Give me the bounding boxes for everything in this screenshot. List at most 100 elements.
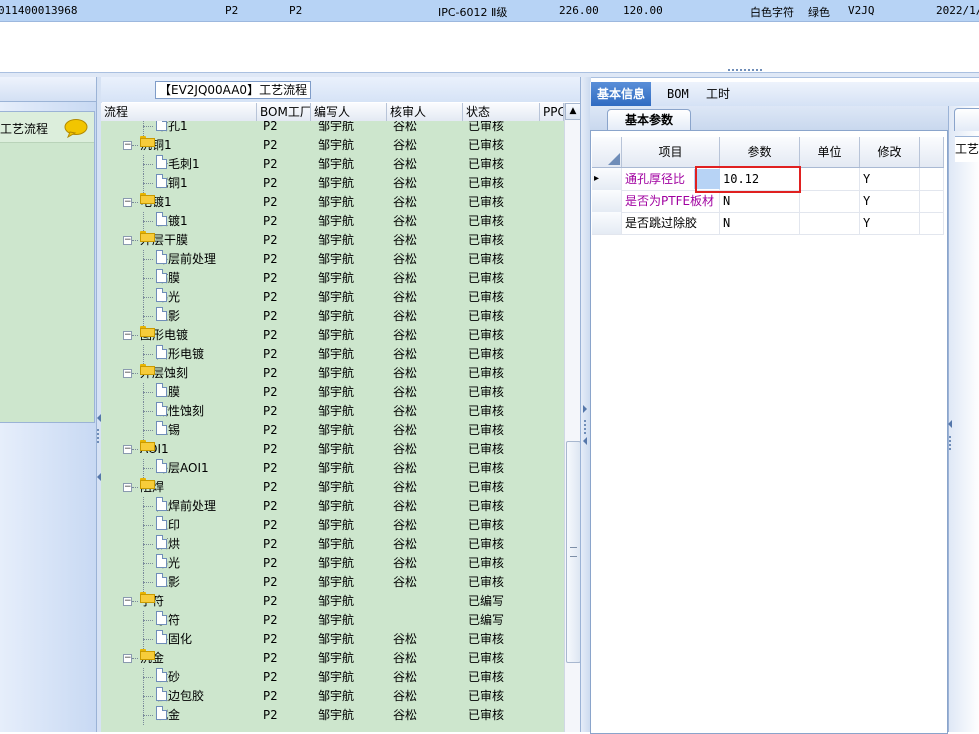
collapse-node-icon[interactable]: − (123, 445, 132, 454)
cell-writer: 邹宇航 (318, 138, 355, 152)
collapse-left-icon[interactable] (948, 420, 952, 428)
cell-bom-factory: P2 (263, 575, 278, 589)
tree-step-row[interactable]: 图形电镀 P2 邹宇航 谷松 已审核 (101, 345, 564, 364)
cell-param[interactable]: N (720, 212, 800, 234)
tree-step-row[interactable]: 板镀1 P2 邹宇航 谷松 已审核 (101, 212, 564, 231)
selected-record-row[interactable]: 011400013968 P2 P2 IPC-6012 Ⅱ级 226.00 12… (0, 0, 979, 22)
tree-step-row[interactable]: 曝光 P2 邹宇航 谷松 已审核 (101, 288, 564, 307)
param-row[interactable]: 是否为PTFE板材 N Y (592, 190, 944, 213)
tree-step-row[interactable]: 碱性蚀刻 P2 邹宇航 谷松 已审核 (101, 402, 564, 421)
tree-group-row[interactable]: − 字符 P2 邹宇航 已编写 (101, 592, 564, 611)
cell-reviewer: 谷松 (393, 290, 418, 304)
cell-reviewer: 谷松 (393, 214, 418, 228)
tree-step-row[interactable]: 去毛刺1 P2 邹宇航 谷松 已审核 (101, 155, 564, 174)
cell-writer: 邹宇航 (318, 651, 355, 665)
scroll-up-button[interactable]: ▲ (565, 103, 581, 120)
tree-step-row[interactable]: 退锡 P2 邹宇航 谷松 已审核 (101, 421, 564, 440)
tree-group-row[interactable]: − 图形电镀 P2 邹宇航 谷松 已审核 (101, 326, 564, 345)
tree-group-row[interactable]: − 阻焊 P2 邹宇航 谷松 已审核 (101, 478, 564, 497)
tree-step-row[interactable]: 曝光 P2 邹宇航 谷松 已审核 (101, 554, 564, 573)
collapse-node-icon[interactable]: − (123, 141, 132, 150)
folder-icon (140, 478, 155, 489)
column-header-status[interactable]: 状态 (463, 103, 540, 121)
document-icon (156, 611, 167, 625)
cell-status: 已审核 (468, 423, 505, 437)
expand-right-icon[interactable] (583, 405, 587, 413)
cell-bom-factory: P2 (263, 632, 278, 646)
tree-step-row[interactable]: 字符 P2 邹宇航 已编写 (101, 611, 564, 630)
cell-writer: 邹宇航 (318, 499, 355, 513)
tree-step-row[interactable]: 板边包胶 P2 邹宇航 谷松 已审核 (101, 687, 564, 706)
cell-reviewer: 谷松 (393, 366, 418, 380)
cell-writer: 邹宇航 (318, 423, 355, 437)
tab-work-hours[interactable]: 工时 (700, 82, 736, 106)
tree-node-name: 外层前处理 (156, 250, 216, 269)
collapse-node-icon[interactable]: − (123, 236, 132, 245)
right-panel-tab[interactable] (954, 108, 979, 131)
collapse-node-icon[interactable]: − (123, 198, 132, 207)
folder-icon (140, 326, 155, 337)
cell-bom-factory: P2 (263, 594, 278, 608)
tree-step-row[interactable]: 退膜 P2 邹宇航 谷松 已审核 (101, 383, 564, 402)
tree-node-name: 贴膜 (156, 269, 180, 288)
collapse-node-icon[interactable]: − (123, 483, 132, 492)
tree-group-row[interactable]: − 外层干膜 P2 邹宇航 谷松 已审核 (101, 231, 564, 250)
param-row[interactable]: 是否跳过除胶 N Y (592, 212, 944, 235)
collapse-node-icon[interactable]: − (123, 597, 132, 606)
tree-step-row[interactable]: 贴膜 P2 邹宇航 谷松 已审核 (101, 269, 564, 288)
upper-grid-empty-area (0, 22, 979, 72)
collapse-node-icon[interactable]: − (123, 369, 132, 378)
scroll-thumb[interactable] (566, 441, 581, 663)
column-header-unit[interactable]: 单位 (800, 137, 860, 167)
cell-writer: 邹宇航 (318, 518, 355, 532)
tree-step-row[interactable]: 钻孔1 P2 邹宇航 谷松 已审核 (101, 121, 564, 136)
tree-connector (143, 297, 153, 298)
tab-basic-info[interactable]: 基本信息 (591, 82, 652, 106)
collapse-node-icon[interactable]: − (123, 654, 132, 663)
cell-writer: 邹宇航 (318, 613, 355, 627)
tree-step-row[interactable]: 喷砂 P2 邹宇航 谷松 已审核 (101, 668, 564, 687)
tree-group-row[interactable]: − 沉铜1 P2 邹宇航 谷松 已审核 (101, 136, 564, 155)
cell-writer: 邹宇航 (318, 271, 355, 285)
comment-icon[interactable] (64, 118, 88, 138)
collapse-node-icon[interactable]: − (123, 331, 132, 340)
tree-group-row[interactable]: − 电镀1 P2 邹宇航 谷松 已审核 (101, 193, 564, 212)
column-header-reviewer[interactable]: 核审人 (387, 103, 463, 121)
left-nav-item-process[interactable]: 工艺流程 (0, 112, 94, 143)
column-header-modify[interactable]: 修改 (860, 137, 920, 167)
cell-status: 已审核 (468, 385, 505, 399)
tree-connector (143, 411, 153, 412)
tree-step-row[interactable]: 显影 P2 邹宇航 谷松 已审核 (101, 307, 564, 326)
tab-basic-params[interactable]: 基本参数 (607, 109, 691, 131)
tree-node-name: 字符 (140, 592, 164, 611)
column-header-item[interactable]: 项目 (622, 137, 720, 167)
column-header-param[interactable]: 参数 (720, 137, 800, 167)
cell-item: 是否跳过除胶 (622, 212, 720, 234)
column-header-bom-factory[interactable]: BOM工厂 (257, 103, 311, 121)
document-icon (156, 573, 167, 587)
tree-step-row[interactable]: 终固化 P2 邹宇航 谷松 已审核 (101, 630, 564, 649)
cell-status: 已审核 (468, 309, 505, 323)
tree-step-row[interactable]: 阻焊前处理 P2 邹宇航 谷松 已审核 (101, 497, 564, 516)
tree-vertical-scrollbar[interactable]: ▲ (564, 103, 581, 732)
tree-node-name: 板镀1 (156, 212, 188, 231)
tree-step-row[interactable]: 显影 P2 邹宇航 谷松 已审核 (101, 573, 564, 592)
tree-step-row[interactable]: 外层AOI1 P2 邹宇航 谷松 已审核 (101, 459, 564, 478)
tree-group-row[interactable]: − 外层蚀刻 P2 邹宇航 谷松 已审核 (101, 364, 564, 383)
tab-bom[interactable]: BOM (661, 82, 695, 106)
tree-step-row[interactable]: 沉金 P2 邹宇航 谷松 已审核 (101, 706, 564, 725)
column-header-writer[interactable]: 编写人 (311, 103, 387, 121)
tree-step-row[interactable]: 外层前处理 P2 邹宇航 谷松 已审核 (101, 250, 564, 269)
tree-step-row[interactable]: 预烘 P2 邹宇航 谷松 已审核 (101, 535, 564, 554)
left-nav-header (0, 77, 96, 102)
tree-group-row[interactable]: − AOI1 P2 邹宇航 谷松 已审核 (101, 440, 564, 459)
tree-step-row[interactable]: 丝印 P2 邹宇航 谷松 已审核 (101, 516, 564, 535)
tree-connector (143, 696, 153, 697)
cell-bom-factory: P2 (263, 252, 278, 266)
tree-step-row[interactable]: 沉铜1 P2 邹宇航 谷松 已审核 (101, 174, 564, 193)
column-header-ppc[interactable]: PPC (540, 103, 564, 121)
column-header-process[interactable]: 流程 (101, 103, 257, 121)
tree-group-row[interactable]: − 沉金 P2 邹宇航 谷松 已审核 (101, 649, 564, 668)
collapse-left-icon[interactable] (583, 437, 587, 445)
cell-param[interactable]: N (720, 190, 800, 212)
